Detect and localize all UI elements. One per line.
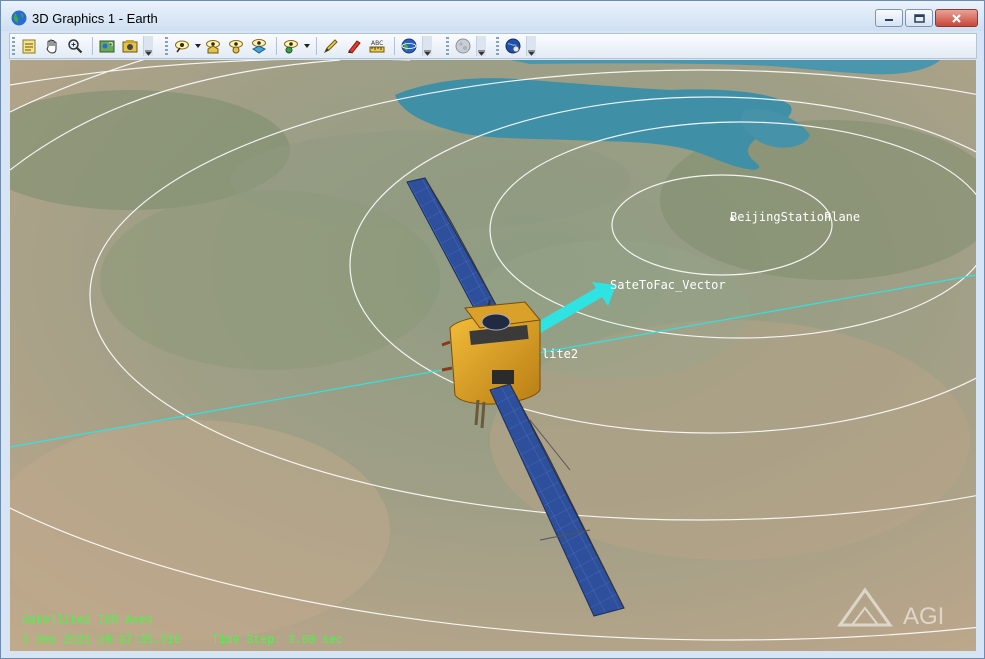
pan-hand-icon[interactable] [42,36,62,56]
maximize-icon [913,13,925,23]
vector-label[interactable]: SateToFac_Vector [610,278,726,292]
close-icon [952,13,961,23]
home-view-icon[interactable] [203,36,223,56]
toolbar-overflow-button[interactable] [422,36,432,56]
hud-timestep: Time Step: 3.00 sec [212,634,344,647]
close-button[interactable] [935,9,978,27]
view-to-icon[interactable] [281,36,301,56]
toolbar-grip[interactable] [446,37,449,55]
toolbar-overflow-button[interactable] [526,36,536,56]
toolbar-grip[interactable] [496,37,499,55]
globe-manager-icon[interactable] [503,36,523,56]
chevron-down-icon[interactable] [304,36,310,56]
station-label[interactable]: BeijingStation [730,210,831,224]
toolbar: ABC [9,33,977,59]
toolbar-grip[interactable] [165,37,168,55]
toolbar-overflow-button[interactable] [143,36,153,56]
window-title: 3D Graphics 1 - Earth [32,11,158,26]
earth-globe-icon [11,10,27,26]
toolbar-group-bodies [446,36,486,56]
title-bar[interactable]: 3D Graphics 1 - Earth [1,1,984,31]
graphics-window: 3D Graphics 1 - Earth ABC BeijingStation… [0,0,985,659]
minimize-icon [885,19,893,21]
minimize-button[interactable] [875,9,903,27]
toolbar-grip[interactable] [12,37,15,55]
marker-icon[interactable] [344,36,364,56]
camera-icon[interactable] [120,36,140,56]
agi-watermark-text: AGI [903,603,945,630]
measure-icon[interactable]: ABC [367,36,387,56]
toolbar-overflow-button[interactable] [476,36,486,56]
properties-icon[interactable] [19,36,39,56]
plane-label[interactable]: Plane [824,210,860,224]
earth-icon[interactable] [399,36,419,56]
orbit-view-icon[interactable] [226,36,246,56]
map-icon[interactable] [97,36,117,56]
chevron-down-icon[interactable] [195,36,201,56]
hud-axes-label: Satellite2 ICR Axes [22,614,154,627]
toolbar-group-camera: ABC [165,36,432,56]
globe-view-icon[interactable] [249,36,269,56]
moon-icon[interactable] [453,36,473,56]
toolbar-group-globe [496,36,536,56]
3d-viewport[interactable]: BeijingStation Plane SateToFac_Vector li… [10,60,976,651]
toolbar-group-view [12,36,153,56]
hud-datetime: 5 Sep 2021 09:37:35.616 [22,634,181,647]
svg-text:ABC: ABC [371,40,383,47]
satellite-label[interactable]: lite2 [542,347,578,361]
zoom-icon[interactable] [65,36,85,56]
maximize-button[interactable] [905,9,933,27]
earth-scene [10,60,976,651]
pencil-icon[interactable] [321,36,341,56]
view-from-icon[interactable] [172,36,192,56]
